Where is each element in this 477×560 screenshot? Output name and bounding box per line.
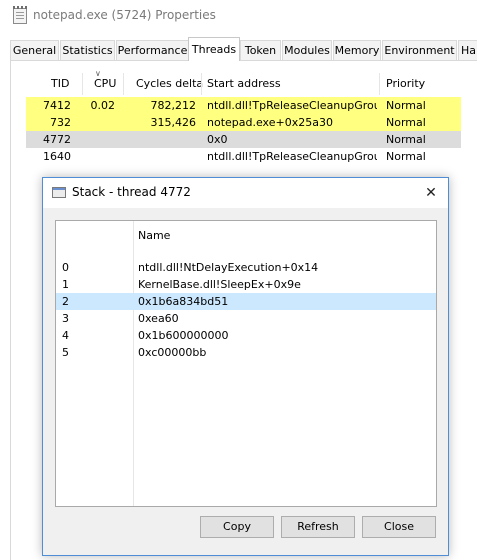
stack-frames-list[interactable]: Name 0 ntdll.dll!NtDelayExecution+0x14 1… — [55, 220, 437, 507]
thread-cpu — [78, 148, 115, 165]
thread-tid: 1640 — [43, 150, 71, 163]
tab-environment[interactable]: Environment — [382, 40, 457, 60]
panel-border — [10, 61, 11, 560]
stack-frame-row[interactable]: 4 0x1b600000000 — [56, 327, 436, 344]
thread-row[interactable]: 7412 0.02 782,212 ntdll.dll!TpReleaseCle… — [26, 97, 461, 114]
window-icon — [52, 187, 66, 198]
tab-threads[interactable]: Threads — [188, 37, 240, 61]
frame-index: 5 — [62, 346, 69, 359]
thread-start-address: notepad.exe+0x25a30 — [207, 116, 333, 129]
frame-index: 1 — [62, 278, 69, 291]
thread-cycles — [126, 148, 196, 165]
col-cycles-header[interactable]: Cycles delta — [136, 73, 203, 95]
thread-start-address: ntdll.dll!TpReleaseCleanupGroup... — [207, 99, 377, 112]
window-title: notepad.exe (5724) Properties — [33, 8, 216, 22]
col-tid-header[interactable]: TID — [51, 73, 69, 95]
notepad-icon — [13, 6, 27, 24]
tab-performance[interactable]: Performance — [116, 40, 189, 60]
col-separator — [379, 73, 380, 95]
tab-general[interactable]: General — [10, 40, 59, 60]
thread-start-address: ntdll.dll!TpReleaseCleanupGroup... — [207, 150, 377, 163]
thread-row-selected[interactable]: 4772 0x0 Normal — [26, 131, 461, 148]
refresh-button[interactable]: Refresh — [281, 516, 355, 538]
close-icon[interactable]: ✕ — [421, 184, 441, 202]
frame-index: 0 — [62, 261, 69, 274]
close-button[interactable]: Close — [362, 516, 436, 538]
col-separator — [123, 73, 124, 95]
frame-index: 3 — [62, 312, 69, 325]
thread-priority: Normal — [386, 150, 426, 163]
thread-tid: 4772 — [43, 133, 71, 146]
thread-cycles: 315,426 — [150, 116, 197, 129]
thread-priority: Normal — [386, 133, 426, 146]
col-priority-header[interactable]: Priority — [386, 73, 425, 95]
properties-titlebar: notepad.exe (5724) Properties — [0, 0, 477, 34]
thread-priority: Normal — [386, 116, 426, 129]
frame-name: KernelBase.dll!SleepEx+0x9e — [138, 278, 301, 291]
frame-index: 4 — [62, 329, 69, 342]
thread-tid: 732 — [50, 116, 71, 129]
thread-row[interactable]: 732 315,426 notepad.exe+0x25a30 Normal — [26, 114, 461, 131]
frame-index: 2 — [62, 295, 69, 308]
stack-frame-row[interactable]: 3 0xea60 — [56, 310, 436, 327]
tab-divider — [10, 60, 477, 61]
frame-name: 0x1b6a834bd51 — [138, 295, 229, 308]
col-start-header[interactable]: Start address — [207, 73, 281, 95]
col-separator — [201, 73, 202, 95]
thread-cpu — [78, 114, 115, 131]
frame-name: 0xc00000bb — [138, 346, 207, 359]
col-cpu-header[interactable]: CPU — [94, 73, 116, 95]
frame-name: 0x1b600000000 — [138, 329, 229, 342]
tab-strip: General Statistics Performance Threads T… — [10, 37, 477, 61]
thread-cpu — [78, 131, 115, 148]
stack-frame-row[interactable]: 1 KernelBase.dll!SleepEx+0x9e — [56, 276, 436, 293]
stack-frame-row[interactable]: 0 ntdll.dll!NtDelayExecution+0x14 — [56, 259, 436, 276]
thread-cycles: 782,212 — [150, 99, 197, 112]
thread-cpu: 0.02 — [90, 99, 116, 112]
thread-tid: 7412 — [43, 99, 71, 112]
copy-button[interactable]: Copy — [200, 516, 274, 538]
thread-cycles — [126, 131, 196, 148]
threads-header: TID ∨ CPU Cycles delta Start address Pri… — [26, 69, 461, 95]
col-name-header[interactable]: Name — [138, 229, 170, 242]
dialog-body: Name 0 ntdll.dll!NtDelayExecution+0x14 1… — [43, 208, 448, 555]
thread-row[interactable]: 1640 ntdll.dll!TpReleaseCleanupGroup... … — [26, 148, 461, 165]
tab-statistics[interactable]: Statistics — [60, 40, 115, 60]
stack-frame-row-selected[interactable]: 2 0x1b6a834bd51 — [56, 293, 436, 310]
stack-frame-row[interactable]: 5 0xc00000bb — [56, 344, 436, 361]
thread-priority: Normal — [386, 99, 426, 112]
tab-modules[interactable]: Modules — [282, 40, 332, 60]
col-separator — [82, 73, 83, 95]
frame-name: ntdll.dll!NtDelayExecution+0x14 — [138, 261, 319, 274]
thread-start-address: 0x0 — [207, 133, 228, 146]
tab-token[interactable]: Token — [240, 40, 281, 60]
dialog-title: Stack - thread 4772 — [72, 185, 191, 199]
tab-handles[interactable]: Han — [458, 40, 477, 60]
stack-dialog: Stack - thread 4772 ✕ Name 0 ntdll.dll!N… — [42, 177, 449, 556]
frame-name: 0xea60 — [138, 312, 179, 325]
tab-memory[interactable]: Memory — [333, 40, 381, 60]
